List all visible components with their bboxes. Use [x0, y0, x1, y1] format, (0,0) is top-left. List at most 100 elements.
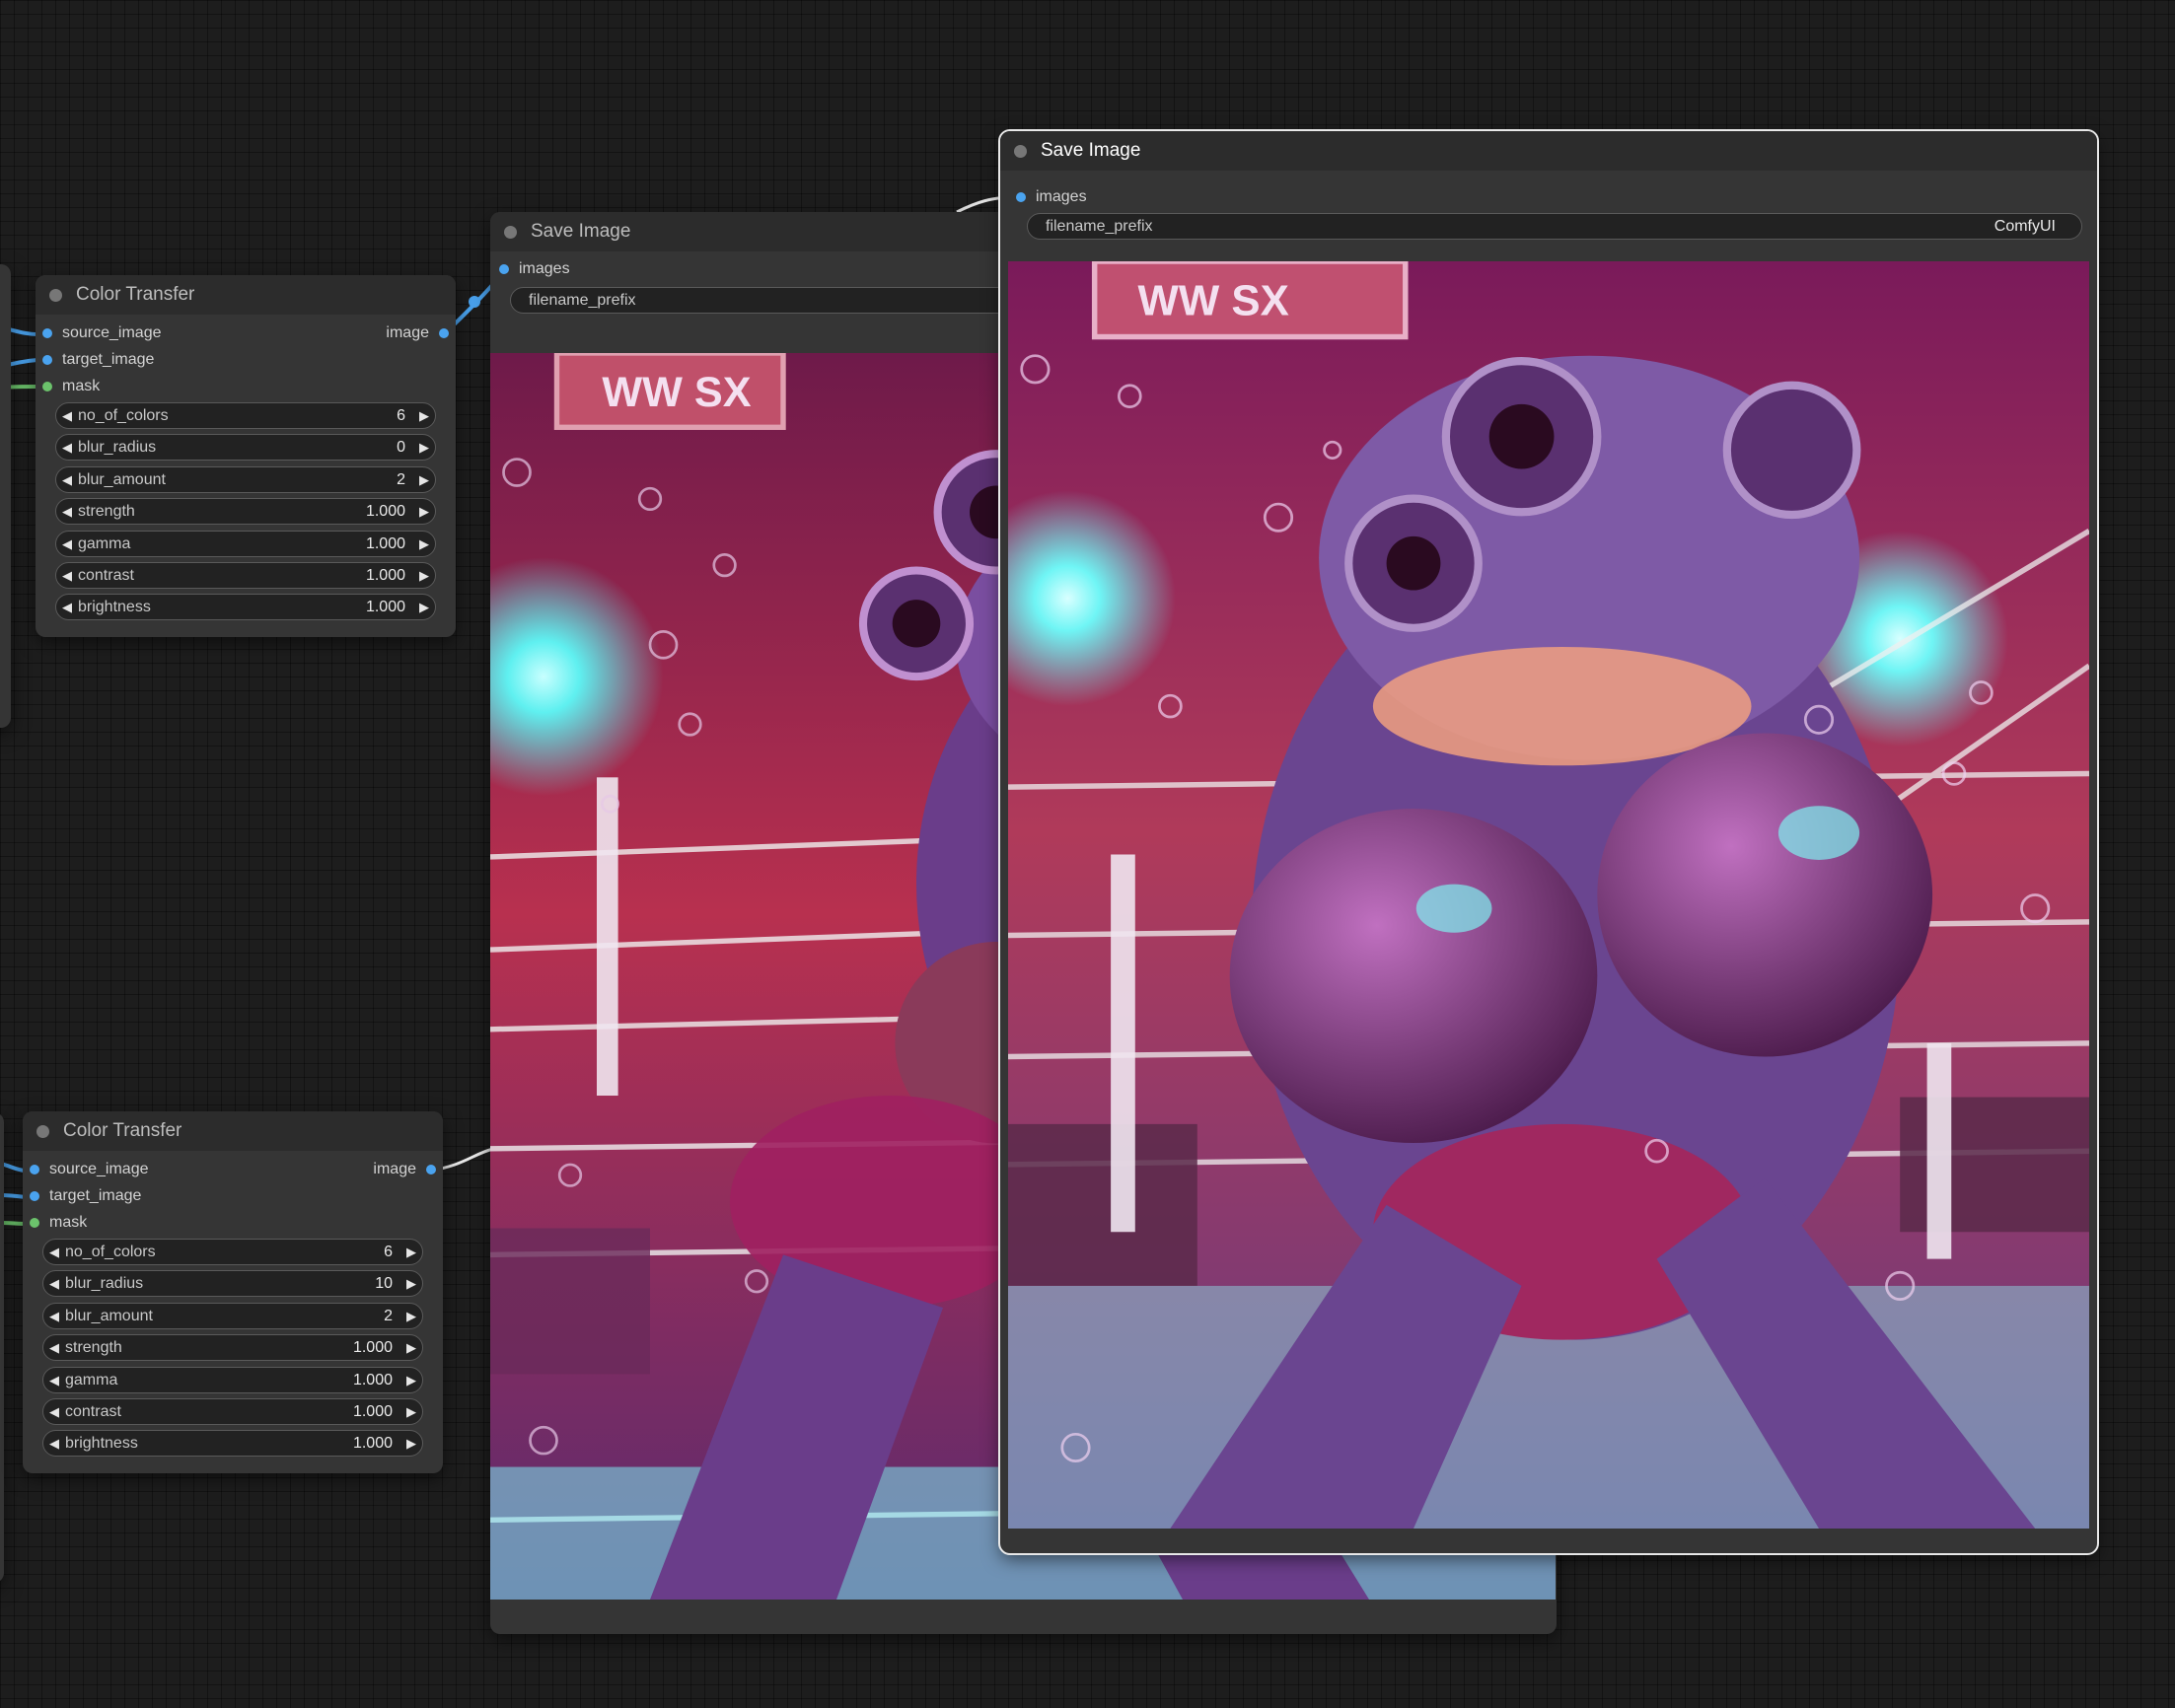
widget-brightness[interactable]: ◀ brightness 1.000 ▶	[42, 1430, 423, 1457]
banner-text: WW SX	[602, 369, 751, 416]
filename-prefix-field[interactable]: filename_prefix ComfyUI	[1027, 213, 2082, 240]
decrement-icon[interactable]: ◀	[43, 1404, 65, 1420]
decrement-icon[interactable]: ◀	[56, 568, 78, 584]
widget-value: 6	[384, 1243, 393, 1260]
decrement-icon[interactable]: ◀	[43, 1245, 65, 1260]
decrement-icon[interactable]: ◀	[43, 1436, 65, 1452]
slot-label: target_image	[49, 1187, 142, 1204]
decrement-icon[interactable]: ◀	[56, 440, 78, 456]
input-images[interactable]: images	[499, 260, 570, 278]
color-transfer-node-1[interactable]: Color Transfer source_image target_image…	[36, 275, 456, 637]
input-target-image[interactable]: target_image	[30, 1187, 141, 1205]
offscreen-node-edge-top[interactable]	[0, 264, 11, 728]
widget-blur-amount[interactable]: ◀ blur_amount 2 ▶	[42, 1303, 423, 1329]
widget-label: contrast	[65, 1402, 121, 1420]
collapse-dot-icon[interactable]	[36, 1124, 49, 1138]
offscreen-node-edge-bottom[interactable]	[0, 1112, 4, 1583]
decrement-icon[interactable]: ◀	[56, 408, 78, 424]
output-image[interactable]: image	[386, 324, 449, 342]
increment-icon[interactable]: ▶	[400, 1309, 422, 1324]
input-source-image[interactable]: source_image	[42, 324, 162, 342]
input-images[interactable]: images	[1016, 188, 1087, 206]
increment-icon[interactable]: ▶	[400, 1276, 422, 1292]
increment-icon[interactable]: ▶	[413, 504, 435, 520]
increment-icon[interactable]: ▶	[400, 1245, 422, 1260]
slot-dot-icon[interactable]	[30, 1165, 39, 1174]
widget-blur-radius[interactable]: ◀ blur_radius 10 ▶	[42, 1270, 423, 1297]
slot-dot-icon[interactable]	[42, 355, 52, 365]
node-title-bar[interactable]: Color Transfer	[36, 275, 456, 315]
slot-dot-icon[interactable]	[30, 1191, 39, 1201]
widget-value: 1.000	[352, 1371, 393, 1388]
collapse-dot-icon[interactable]	[504, 225, 517, 239]
widget-label: filename_prefix	[1046, 217, 1153, 235]
widget-value: 2	[384, 1307, 393, 1324]
decrement-icon[interactable]: ◀	[43, 1340, 65, 1356]
slot-dot-icon[interactable]	[1016, 192, 1026, 202]
slot-label: mask	[62, 378, 101, 394]
widget-label: brightness	[78, 598, 151, 615]
decrement-icon[interactable]: ◀	[43, 1373, 65, 1388]
slot-dot-icon[interactable]	[499, 264, 509, 274]
collapse-dot-icon[interactable]	[49, 288, 62, 302]
widget-value: 0	[397, 438, 405, 456]
input-mask[interactable]: mask	[42, 378, 100, 395]
input-source-image[interactable]: source_image	[30, 1161, 149, 1178]
widget-value: 6	[397, 406, 405, 424]
output-image[interactable]: image	[373, 1161, 436, 1178]
widget-contrast[interactable]: ◀ contrast 1.000 ▶	[42, 1398, 423, 1425]
increment-icon[interactable]: ▶	[400, 1373, 422, 1388]
node-title-bar[interactable]: Color Transfer	[23, 1111, 443, 1151]
widget-label: no_of_colors	[78, 406, 169, 424]
node-title: Save Image	[531, 221, 631, 242]
widget-no-of-colors[interactable]: ◀ no_of_colors 6 ▶	[42, 1239, 423, 1265]
widget-gamma[interactable]: ◀ gamma 1.000 ▶	[55, 531, 436, 557]
widget-value: 1.000	[365, 502, 405, 520]
slot-dot-icon[interactable]	[42, 328, 52, 338]
slot-dot-icon[interactable]	[439, 328, 449, 338]
input-mask[interactable]: mask	[30, 1214, 87, 1232]
decrement-icon[interactable]: ◀	[43, 1309, 65, 1324]
increment-icon[interactable]: ▶	[413, 568, 435, 584]
node-title-bar[interactable]: Save Image	[1000, 131, 2097, 171]
widget-strength[interactable]: ◀ strength 1.000 ▶	[42, 1334, 423, 1361]
color-transfer-node-2[interactable]: Color Transfer source_image target_image…	[23, 1111, 443, 1473]
increment-icon[interactable]: ▶	[413, 600, 435, 615]
widget-label: brightness	[65, 1434, 138, 1452]
decrement-icon[interactable]: ◀	[56, 536, 78, 552]
increment-icon[interactable]: ▶	[413, 472, 435, 488]
widget-strength[interactable]: ◀ strength 1.000 ▶	[55, 498, 436, 525]
widget-label: blur_amount	[65, 1307, 153, 1324]
widget-label: no_of_colors	[65, 1243, 156, 1260]
save-image-node-2[interactable]: Save Image images filename_prefix ComfyU…	[998, 129, 2099, 1555]
widget-gamma[interactable]: ◀ gamma 1.000 ▶	[42, 1367, 423, 1393]
widget-contrast[interactable]: ◀ contrast 1.000 ▶	[55, 562, 436, 589]
decrement-icon[interactable]: ◀	[56, 472, 78, 488]
node-title: Color Transfer	[63, 1120, 182, 1141]
widget-label: gamma	[65, 1371, 118, 1388]
widget-blur-amount[interactable]: ◀ blur_amount 2 ▶	[55, 466, 436, 493]
increment-icon[interactable]: ▶	[413, 408, 435, 424]
widget-brightness[interactable]: ◀ brightness 1.000 ▶	[55, 594, 436, 620]
node-title: Color Transfer	[76, 284, 195, 305]
widget-blur-radius[interactable]: ◀ blur_radius 0 ▶	[55, 434, 436, 461]
slot-label: images	[519, 260, 570, 277]
slot-label: image	[386, 324, 429, 341]
decrement-icon[interactable]: ◀	[43, 1276, 65, 1292]
widget-label: contrast	[78, 566, 134, 584]
increment-icon[interactable]: ▶	[400, 1340, 422, 1356]
increment-icon[interactable]: ▶	[400, 1436, 422, 1452]
slot-dot-icon[interactable]	[30, 1218, 39, 1228]
collapse-dot-icon[interactable]	[1014, 144, 1027, 158]
decrement-icon[interactable]: ◀	[56, 600, 78, 615]
widget-no-of-colors[interactable]: ◀ no_of_colors 6 ▶	[55, 402, 436, 429]
slot-dot-icon[interactable]	[42, 382, 52, 391]
slot-dot-icon[interactable]	[426, 1165, 436, 1174]
decrement-icon[interactable]: ◀	[56, 504, 78, 520]
image-preview[interactable]: WW SX	[1008, 261, 2089, 1529]
increment-icon[interactable]: ▶	[413, 536, 435, 552]
input-target-image[interactable]: target_image	[42, 351, 154, 369]
increment-icon[interactable]: ▶	[413, 440, 435, 456]
widget-value: 10	[375, 1274, 393, 1292]
increment-icon[interactable]: ▶	[400, 1404, 422, 1420]
